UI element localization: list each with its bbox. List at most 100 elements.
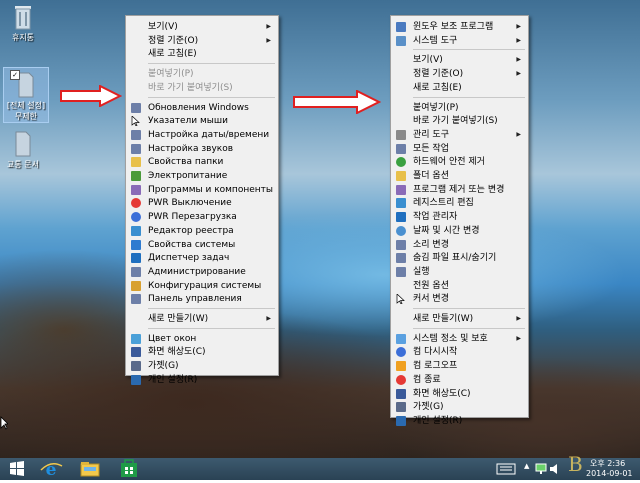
submenu-arrow-icon: ▶ xyxy=(516,315,521,322)
desktop-background[interactable]: 휴지통 ✓ [전체 설정] 무제한 교통 문서 보기(V) ▶ 정렬 기준(O) ▶ 새… xyxy=(0,0,640,458)
store-button[interactable] xyxy=(114,458,144,480)
menu-right-item[interactable]: 하드웨어 안전 제거 xyxy=(391,155,528,169)
menu-left-item[interactable]: Настройка даты/времени xyxy=(126,128,278,142)
menu-item-label: 작업 관리자 xyxy=(413,212,458,223)
menu-item-label: Диспетчер задач xyxy=(148,253,230,264)
menu-item-label: Указатели мыши xyxy=(148,116,228,127)
checkbox-icon[interactable]: ✓ xyxy=(10,70,20,80)
tray-overflow-icon[interactable]: ▲ xyxy=(524,462,529,470)
page-icon xyxy=(396,253,406,264)
keyboard-icon[interactable] xyxy=(496,463,516,475)
menu-right-item[interactable]: 날짜 및 시간 변경 xyxy=(391,224,528,238)
menu-left-item[interactable]: Редактор реестра xyxy=(126,224,278,238)
menu-right-item[interactable]: 시스템 정소 및 보호 ▶ xyxy=(391,332,528,346)
menu-left-item[interactable]: 새로 고침(E) xyxy=(126,47,278,61)
page-icon xyxy=(131,294,141,305)
menu-left-item[interactable]: Администрирование xyxy=(126,265,278,279)
programs-icon xyxy=(131,184,141,195)
desktop-icon-document[interactable]: 교통 문서 xyxy=(3,131,43,170)
desktop-icon-selected[interactable]: ✓ [전체 설정] 무제한 xyxy=(3,67,49,123)
menu-left-item[interactable]: Свойства системы xyxy=(126,238,278,252)
menu-left-item[interactable]: Панель управления xyxy=(126,292,278,306)
menu-left-item[interactable]: PWR Выключение xyxy=(126,196,278,210)
clock-time[interactable]: 오후 2:36 xyxy=(590,458,625,469)
menu-right-item[interactable]: 보기(V) ▶ xyxy=(391,53,528,67)
start-button[interactable] xyxy=(2,458,32,480)
menu-item-label: PWR Перезагрузка xyxy=(148,212,237,223)
menu-right-item[interactable]: 작업 관리자 xyxy=(391,210,528,224)
registry-icon xyxy=(131,225,141,236)
menu-right-item[interactable]: 실행 xyxy=(391,265,528,279)
system-icon xyxy=(131,239,141,250)
menu-right-item[interactable]: 관리 도구 ▶ xyxy=(391,128,528,142)
menu-right-item[interactable]: 컴 다시시작 xyxy=(391,345,528,359)
menu-left-item[interactable]: Конфигурация системы xyxy=(126,279,278,293)
clock-icon xyxy=(396,225,406,236)
menu-left-item[interactable]: Свойства папки xyxy=(126,155,278,169)
menu-left-item[interactable]: Настройка звуков xyxy=(126,142,278,156)
menu-right-item[interactable]: 컴 종료 xyxy=(391,373,528,387)
menu-right-item[interactable]: 화면 해상도(C) xyxy=(391,387,528,401)
menu-left-item[interactable]: Электропитание xyxy=(126,169,278,183)
menu-right-item[interactable]: 프로그램 제거 또는 변경 xyxy=(391,183,528,197)
menu-separator xyxy=(413,49,525,51)
menu-right-item[interactable]: 모든 작업 xyxy=(391,142,528,156)
menu-left-item[interactable]: 보기(V) ▶ xyxy=(126,20,278,34)
menu-item-label: Цвет окон xyxy=(148,333,197,344)
menu-right-item[interactable]: 커서 변경 xyxy=(391,292,528,306)
menu-right-item[interactable]: 소리 변경 xyxy=(391,238,528,252)
menu-left-item[interactable]: 개인 설정(R) xyxy=(126,373,278,387)
gadget-icon xyxy=(396,402,406,413)
menu-item-label: PWR Выключение xyxy=(148,198,232,209)
network-icon[interactable] xyxy=(535,463,547,475)
shutdown-icon xyxy=(396,374,406,385)
menu-right-item[interactable]: 가젯(G) xyxy=(391,400,528,414)
menu-right-item[interactable]: 새로 고침(E) xyxy=(391,81,528,95)
menu-item-label: 전원 옵션 xyxy=(413,280,449,291)
menu-right-item[interactable]: 숨김 파일 표시/숨기기 xyxy=(391,251,528,265)
submenu-arrow-icon: ▶ xyxy=(516,36,521,44)
menu-right-item[interactable]: 전원 옵션 xyxy=(391,279,528,293)
menu-left-item[interactable]: Обновления Windows xyxy=(126,101,278,115)
menu-left-item[interactable]: Программы и компоненты xyxy=(126,183,278,197)
menu-separator xyxy=(148,63,275,65)
menu-item-label: Редактор реестра xyxy=(148,225,234,236)
internet-explorer-button[interactable]: e xyxy=(36,458,66,480)
menu-item-label: 개인 설정(R) xyxy=(413,415,463,426)
menu-right-item[interactable]: 새로 만들기(W) ▶ xyxy=(391,312,528,326)
shield-icon xyxy=(396,333,406,344)
menu-right-item[interactable]: 윈도우 보조 프로그램 ▶ xyxy=(391,20,528,34)
menu-left-item[interactable]: 새로 만들기(W) ▶ xyxy=(126,312,278,326)
clock-date[interactable]: 2014-09-01 xyxy=(586,469,633,478)
file-explorer-button[interactable] xyxy=(75,458,105,480)
menu-item-label: 폴더 옵션 xyxy=(413,171,449,181)
menu-right-item[interactable]: 레지스트리 편집 xyxy=(391,196,528,210)
menu-right-item[interactable]: 폴더 옵션 xyxy=(391,169,528,183)
menu-item-label: 가젯(G) xyxy=(413,402,444,413)
menu-left-item[interactable]: 화면 해상도(C) xyxy=(126,345,278,359)
eject-icon xyxy=(396,157,406,168)
speaker-icon[interactable] xyxy=(549,463,561,475)
programs-icon xyxy=(396,184,406,195)
recycle-bin-icon xyxy=(15,6,31,30)
menu-right-item[interactable]: 바로 가기 붙여넣기(S) xyxy=(391,114,528,128)
menu-right-item[interactable]: 붙여넣기(P) xyxy=(391,101,528,115)
menu-item-label: 가젯(G) xyxy=(148,361,179,372)
recycle-bin[interactable]: 휴지통 xyxy=(3,4,43,43)
menu-left-item[interactable]: 가젯(G) xyxy=(126,359,278,373)
menu-left-item[interactable]: 정렬 기준(O) ▶ xyxy=(126,34,278,48)
menu-right-item[interactable]: 컴 로그오프 xyxy=(391,359,528,373)
menu-left-item[interactable]: Цвет окон xyxy=(126,332,278,346)
menu-left-item[interactable]: Диспетчер задач xyxy=(126,251,278,265)
menu-right-item[interactable]: 시스템 도구 ▶ xyxy=(391,34,528,48)
menu-right-item[interactable]: 개인 설정(R) xyxy=(391,414,528,428)
power-options-icon xyxy=(131,171,141,181)
menu-item-label: 윈도우 보조 프로그램 xyxy=(413,22,494,32)
accessories-icon xyxy=(396,22,406,32)
context-menu-left: 보기(V) ▶ 정렬 기준(O) ▶ 새로 고침(E) 붙여넣기(P) 바로 가기 붙여넣기… xyxy=(125,15,279,385)
menu-left-item[interactable]: PWR Перезагрузка xyxy=(126,210,278,224)
menu-left-item: 붙여넣기(P) xyxy=(126,67,278,81)
menu-right-item[interactable]: 정렬 기준(O) ▶ xyxy=(391,67,528,81)
desktop-icon-document-label: 교통 문서 xyxy=(7,160,39,169)
menu-left-item[interactable]: Указатели мыши xyxy=(126,114,278,128)
